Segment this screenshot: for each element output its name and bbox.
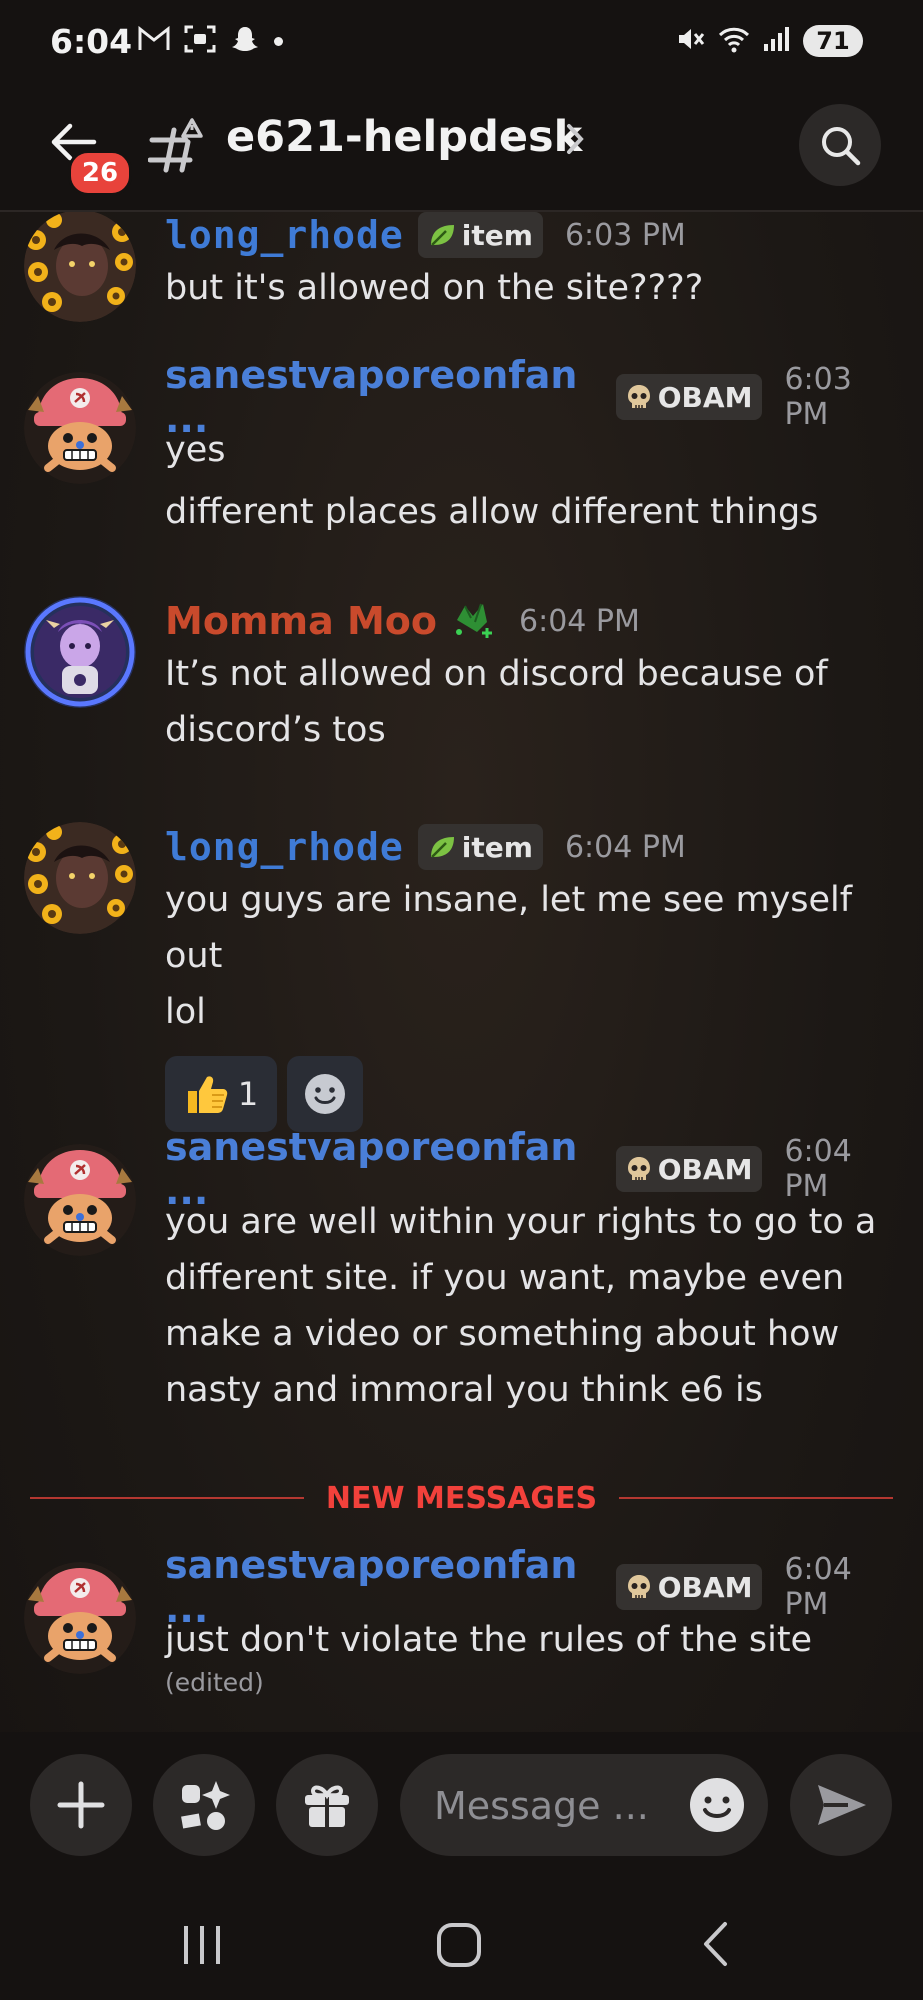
apps-button[interactable] [153,1754,255,1856]
message-text: discord’s tos [165,710,386,750]
avatar[interactable] [24,372,136,484]
message-input-container[interactable] [400,1754,768,1856]
sparkle-leaf-icon [451,598,497,644]
skull-icon [627,1157,650,1180]
timestamp: 6:03 PM [564,217,686,253]
server-tag-label: OBAM [657,1570,753,1604]
timestamp: 6:04 PM [519,603,640,639]
channel-header: 26 e621-helpdesk [0,92,923,212]
gift-button[interactable] [276,1754,378,1856]
server-tag: OBAM [615,1146,763,1192]
leaf-icon [430,837,454,858]
discord-channel-screen: 6:04 71 26 e621-helpdesk long_rhode item… [0,0,923,2000]
avatar[interactable] [24,212,136,322]
leaf-icon [430,225,454,246]
message-text: nasty and immoral you think e6 is [165,1370,763,1410]
avatar[interactable] [24,1562,136,1674]
apps-sparkle-icon [181,1781,230,1830]
message-text: you are well within your rights to go to… [165,1202,877,1242]
emoji-button[interactable] [688,1776,746,1838]
new-messages-divider: NEW MESSAGES [30,1478,894,1518]
server-tag-label: OBAM [657,380,753,414]
status-time: 6:04 [50,22,133,61]
message-text: different site. if you want, maybe even [165,1258,845,1298]
add-reaction-button[interactable] [287,1056,363,1132]
search-icon [822,127,861,166]
wifi-icon [717,25,751,57]
message-text: you guys are insane, let me see myself o… [165,880,853,976]
username[interactable]: Momma Moo [165,599,437,643]
add-reaction-icon [305,1074,345,1114]
send-button[interactable] [790,1754,892,1856]
search-button[interactable] [799,104,881,186]
message-text: but it's allowed on the site???? [165,268,704,308]
notification-dot-icon [274,36,283,46]
reaction-count: 1 [237,1075,259,1113]
server-tag-label: OBAM [657,1152,753,1186]
avatar[interactable] [24,596,136,708]
server-tag: OBAM [615,374,763,420]
unread-badge: 26 [68,150,132,196]
recent-apps-icon[interactable] [180,1924,224,1970]
chevron-right-icon[interactable] [565,122,585,160]
message-text: just don't violate the rules of the site [165,1620,813,1660]
mute-icon [675,24,705,58]
system-navigation-bar [0,1882,923,2000]
send-icon [818,1785,866,1825]
channel-title[interactable]: e621-helpdesk [226,112,582,162]
timestamp: 6:04 PM [564,829,686,865]
message-input[interactable] [432,1778,676,1834]
message-list[interactable]: long_rhode item 6:03 PM but it's allowed… [0,212,923,1732]
avatar[interactable] [24,1144,136,1256]
avatar[interactable] [24,822,136,934]
server-tag: item [417,212,543,258]
message-text: It’s not allowed on discord because of [165,654,828,694]
skull-icon [627,1575,650,1598]
home-icon[interactable] [436,1922,482,1972]
snapchat-icon [230,24,260,58]
message-text: make a video or something about how [165,1314,840,1354]
emoji-smile-icon [690,1778,744,1832]
status-bar: 6:04 71 [0,0,923,92]
battery-indicator: 71 [803,25,863,57]
plus-icon [57,1781,105,1829]
timestamp: 6:03 PM [784,362,852,432]
back-nav-icon[interactable] [700,1920,730,1972]
message-text: lol [165,992,206,1032]
server-tag-label: item [461,830,533,864]
server-tag: OBAM [615,1564,763,1610]
thumbs-up-icon [187,1076,228,1113]
reaction-row: 1 [165,1056,897,1132]
username[interactable]: sanestvaporeonfan ... [165,353,602,441]
signal-icon [763,26,791,56]
message-composer [0,1732,923,1882]
edited-label: (edited) [165,1668,264,1697]
server-tag-label: item [461,218,533,252]
reaction-thumbs-up[interactable]: 1 [165,1056,277,1132]
username[interactable]: long_rhode [165,825,404,869]
server-tag: item [417,824,543,870]
skull-icon [627,385,650,408]
message-text: different places allow different things [165,492,819,532]
channel-hash-icon [147,116,210,178]
gmail-icon [138,25,170,56]
new-messages-label: NEW MESSAGES [325,1480,598,1516]
add-attachment-button[interactable] [30,1754,132,1856]
username[interactable]: long_rhode [165,213,404,257]
gift-icon [305,1785,349,1827]
screenshot-icon [184,24,216,58]
